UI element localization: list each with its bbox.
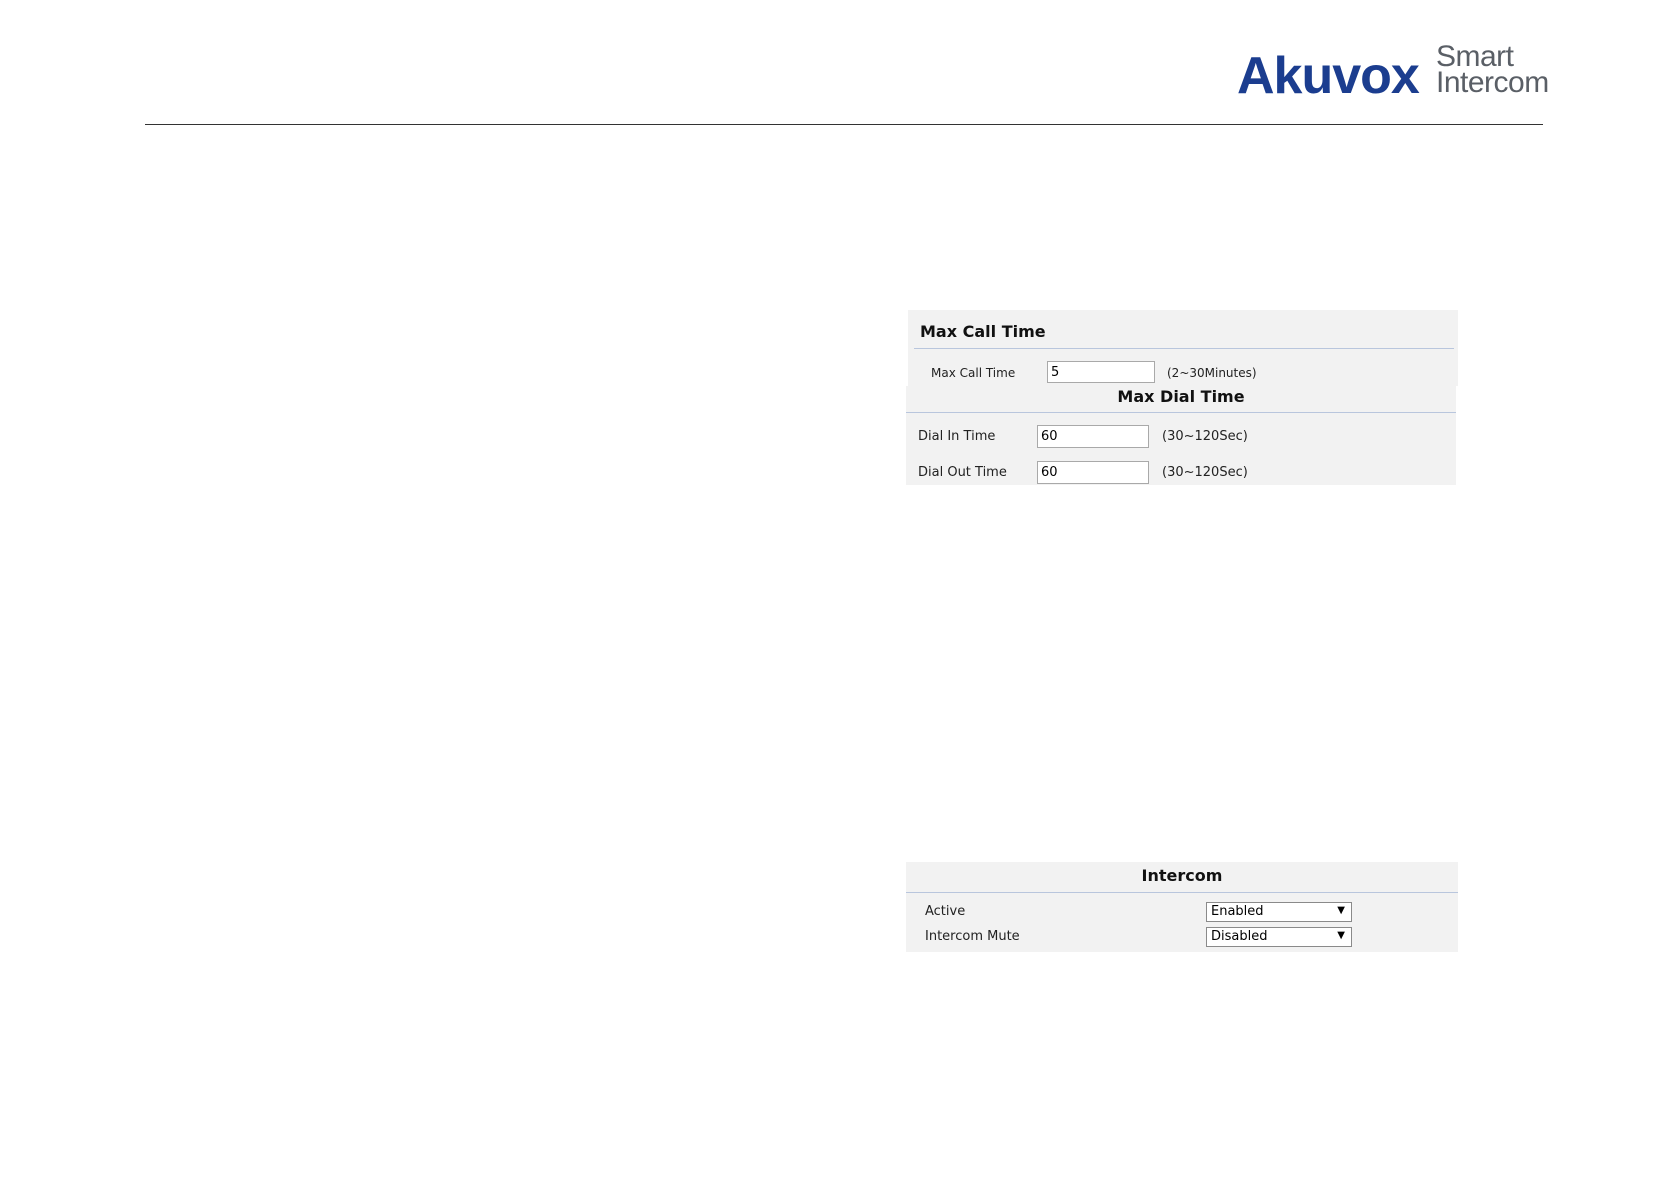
intercom-title: Intercom [1141,866,1223,885]
max-call-time-panel: Max Call Time Max Call Time (2~30Minutes… [908,310,1458,386]
max-call-time-title: Max Call Time [920,322,1046,341]
active-select[interactable]: Enabled ▼ [1206,902,1352,922]
logo-tagline: Smart Intercom [1436,42,1549,99]
header-divider [145,124,1543,125]
dial-in-time-range: (30~120Sec) [1162,429,1248,444]
max-dial-time-rule [906,412,1456,413]
intercom-mute-select-value: Disabled [1211,929,1268,944]
intercom-rule [906,892,1458,893]
chevron-down-icon: ▼ [1337,905,1345,916]
intercom-mute-select[interactable]: Disabled ▼ [1206,927,1352,947]
dial-out-time-label: Dial Out Time [918,465,1007,480]
chevron-down-icon: ▼ [1337,930,1345,941]
max-call-time-input[interactable] [1047,361,1155,383]
max-dial-time-panel: Max Dial Time Dial In Time (30~120Sec) D… [906,386,1456,485]
active-label: Active [925,904,966,919]
intercom-panel: Intercom Active Enabled ▼ Intercom Mute … [906,862,1458,952]
logo-wordmark: Akuvox [1237,47,1420,105]
max-call-time-range: (2~30Minutes) [1167,366,1257,380]
active-select-value: Enabled [1211,904,1264,919]
dial-out-time-input[interactable] [1037,461,1149,484]
dial-out-time-range: (30~120Sec) [1162,465,1248,480]
intercom-mute-label: Intercom Mute [925,929,1020,944]
max-call-time-rule [914,348,1454,349]
logo-tagline-line2: Intercom [1436,66,1549,99]
dial-in-time-input[interactable] [1037,425,1149,448]
max-dial-time-title: Max Dial Time [1117,387,1245,406]
max-call-time-label: Max Call Time [931,366,1016,380]
dial-in-time-label: Dial In Time [918,429,996,444]
